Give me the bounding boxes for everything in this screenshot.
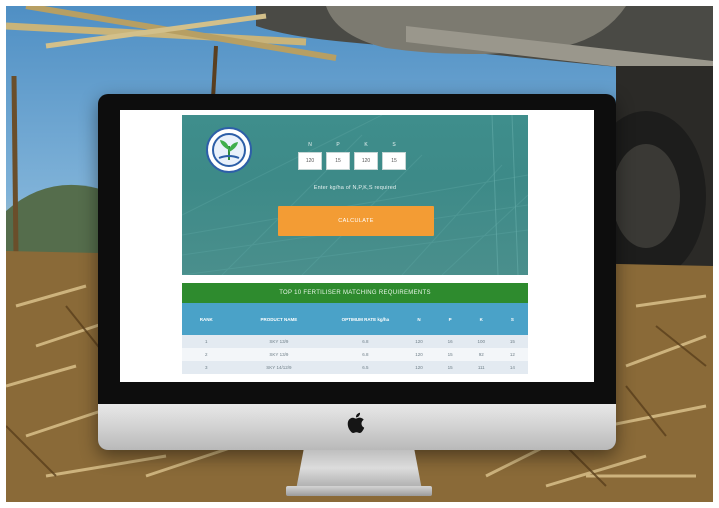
cell-optimum-rate: 6.8 (327, 348, 404, 361)
results-title: TOP 10 FERTILISER MATCHING REQUIREMENTS (182, 283, 528, 303)
header-p: P (434, 303, 466, 335)
cell-p: 15 (434, 348, 466, 361)
table-row[interactable]: 2 SKY 13/9 6.8 120 15 92 12 (182, 348, 528, 361)
cell-k: 100 (465, 335, 497, 348)
cell-rank: 2 (182, 348, 231, 361)
header-optimum-rate: OPTIMUM RATE kg/ha (327, 303, 404, 335)
header-product-name: PRODUCT NAME (230, 303, 328, 335)
npk-column-p: P 15 (326, 141, 350, 170)
cell-n: 120 (403, 361, 435, 374)
imac-stand (296, 450, 422, 490)
cell-rank: 3 (182, 361, 231, 374)
n-input[interactable]: 120 (298, 152, 322, 170)
imac-screen: N 120 P 15 K 120 S 15 Enter kg/ha of N,P… (120, 110, 594, 382)
s-input[interactable]: 15 (382, 152, 406, 170)
calculate-button[interactable]: CALCULATE (278, 206, 434, 236)
cell-rank: 1 (182, 335, 231, 348)
header-rank: RANK (182, 303, 231, 335)
cell-p: 16 (434, 335, 466, 348)
cell-n: 120 (403, 348, 435, 361)
table-row[interactable]: 1 SKY 13/9 6.8 120 16 100 15 (182, 335, 528, 348)
cell-optimum-rate: 6.5 (327, 361, 404, 374)
npk-column-s: S 15 (382, 141, 406, 170)
calculator-hero: N 120 P 15 K 120 S 15 Enter kg/ha of N,P… (182, 115, 528, 275)
npk-instructions: Enter kg/ha of N,P,K,S required (313, 185, 397, 191)
k-input[interactable]: 120 (354, 152, 378, 170)
npk-label-s: S (392, 142, 396, 148)
npk-input-group: N 120 P 15 K 120 S 15 (298, 141, 408, 181)
fertiliser-calculator-page: N 120 P 15 K 120 S 15 Enter kg/ha of N,P… (182, 115, 528, 382)
npk-label-k: K (364, 142, 368, 148)
p-input[interactable]: 15 (326, 152, 350, 170)
npk-column-n: N 120 (298, 141, 322, 170)
header-n: N (403, 303, 435, 335)
header-k: K (465, 303, 497, 335)
cell-product-name: SKY 14/12/9 (230, 361, 328, 374)
npk-label-p: P (336, 142, 340, 148)
brand-logo-icon (206, 127, 252, 173)
cell-product-name: SKY 13/9 (230, 335, 328, 348)
npk-label-n: N (308, 142, 312, 148)
header-s: S (496, 303, 528, 335)
results-header-row: RANK PRODUCT NAME OPTIMUM RATE kg/ha N P… (182, 303, 528, 335)
cell-s: 12 (496, 348, 528, 361)
cell-k: 111 (465, 361, 497, 374)
cell-s: 15 (496, 335, 528, 348)
cell-n: 120 (403, 335, 435, 348)
table-row[interactable]: 3 SKY 14/12/9 6.5 120 15 111 14 (182, 361, 528, 374)
imac-stand-base (286, 486, 432, 496)
cell-p: 15 (434, 361, 466, 374)
apple-logo-icon (346, 411, 368, 435)
cell-k: 92 (465, 348, 497, 361)
cell-s: 14 (496, 361, 528, 374)
cell-product-name: SKY 13/9 (230, 348, 328, 361)
npk-column-k: K 120 (354, 141, 378, 170)
cell-optimum-rate: 6.8 (327, 335, 404, 348)
results-table: RANK PRODUCT NAME OPTIMUM RATE kg/ha N P… (182, 303, 528, 374)
